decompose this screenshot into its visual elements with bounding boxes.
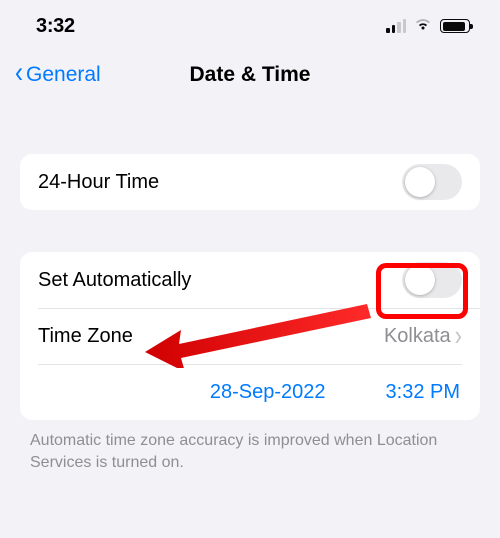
battery-icon [440, 19, 470, 33]
toggle-24-hour-time[interactable] [402, 164, 462, 200]
status-time: 3:32 [36, 15, 75, 38]
row-label: 24-Hour Time [38, 171, 159, 194]
back-label: General [26, 63, 101, 87]
status-indicators [386, 17, 470, 36]
row-24-hour-time: 24-Hour Time [20, 154, 480, 210]
row-date-time: 28-Sep-2022 3:32 PM [20, 364, 480, 420]
chevron-left-icon: ‹ [15, 58, 23, 88]
date-button[interactable]: 28-Sep-2022 [210, 381, 326, 404]
back-button[interactable]: ‹ General [14, 60, 101, 90]
status-bar: 3:32 [0, 0, 500, 52]
time-button[interactable]: 3:32 PM [386, 381, 460, 404]
row-set-automatically: Set Automatically [20, 252, 480, 308]
row-label: Set Automatically [38, 269, 191, 292]
chevron-right-icon: › [455, 319, 462, 353]
footer-note: Automatic time zone accuracy is improved… [0, 420, 500, 473]
time-zone-value: Kolkata [384, 325, 451, 348]
settings-group-1: 24-Hour Time [20, 154, 480, 210]
row-label: Time Zone [38, 325, 133, 348]
row-time-zone[interactable]: Time Zone Kolkata › [20, 308, 480, 364]
settings-group-2: Set Automatically Time Zone Kolkata › 28… [20, 252, 480, 420]
wifi-icon [413, 17, 433, 36]
cell-signal-icon [386, 19, 406, 33]
toggle-set-automatically[interactable] [402, 262, 462, 298]
nav-bar: ‹ General Date & Time [0, 52, 500, 98]
